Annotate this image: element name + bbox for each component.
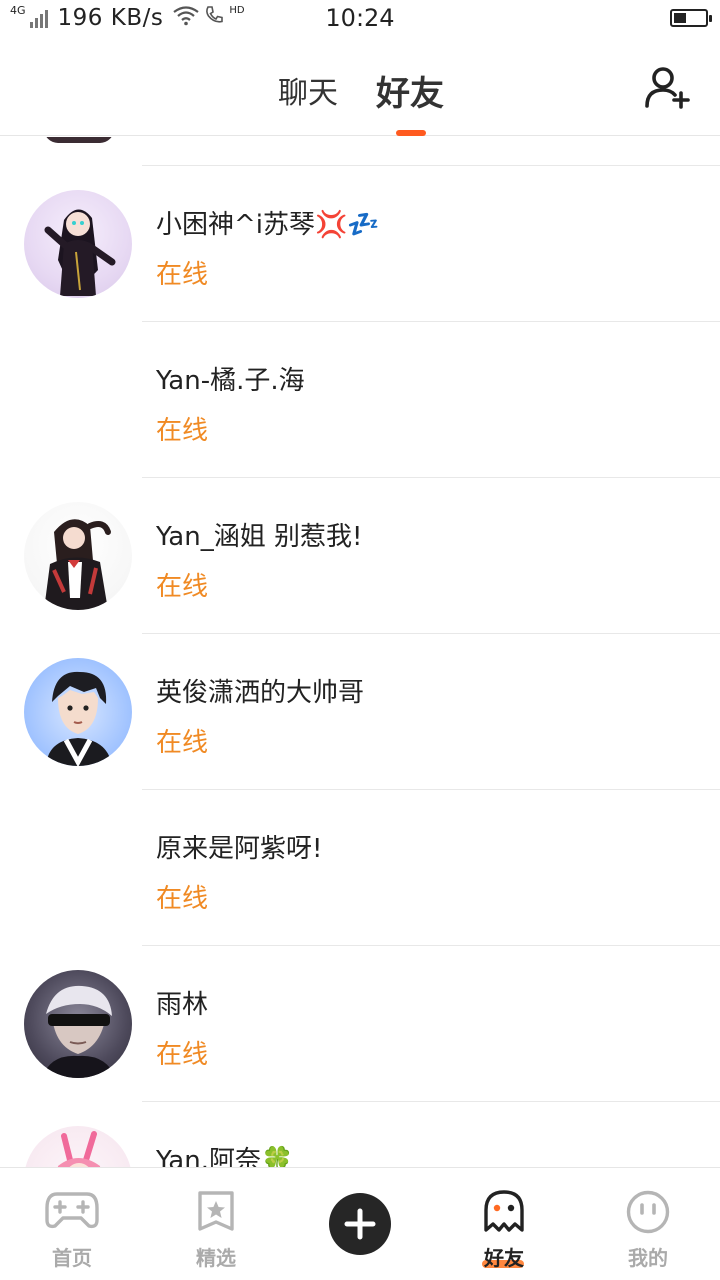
online-status: 在线 — [156, 260, 209, 290]
friend-row[interactable]: Yan-橘.子.海 在线 — [0, 322, 720, 478]
avatar[interactable] — [24, 970, 132, 1078]
friend-name: Yan.阿奈🍀 — [156, 1146, 294, 1167]
battery-level — [674, 13, 686, 23]
star-bookmark-icon — [196, 1190, 236, 1236]
plus-icon — [344, 1208, 376, 1240]
nav-friends[interactable]: 好友 — [432, 1168, 576, 1280]
avatar[interactable] — [24, 658, 132, 766]
friend-name: 小困神^i苏琴💢💤 — [156, 210, 380, 240]
nav-label: 我的 — [628, 1246, 668, 1270]
friend-name: 雨林 — [156, 990, 209, 1020]
online-status: 在线 — [156, 1040, 209, 1070]
avatar[interactable] — [24, 1126, 132, 1167]
nav-home[interactable]: 首页 — [0, 1168, 144, 1280]
friend-name: Yan-橘.子.海 — [156, 366, 305, 396]
online-status: 在线 — [156, 572, 209, 602]
friend-row[interactable]: 英俊潇洒的大帅哥 在线 — [0, 634, 720, 790]
gamepad-icon — [45, 1190, 99, 1234]
friends-screen: 4G 196 KB/s HD 10:24 聊天 好友 小困神^i苏琴💢💤 在线 … — [0, 0, 720, 1280]
avatar[interactable] — [24, 190, 132, 298]
top-header: 聊天 好友 — [0, 40, 720, 136]
add-friend-button[interactable] — [644, 64, 692, 112]
friend-name: 英俊潇洒的大帅哥 — [156, 678, 365, 708]
online-status: 在线 — [156, 416, 209, 446]
friend-row[interactable]: 原来是阿紫呀! 在线 — [0, 790, 720, 946]
friend-row[interactable]: Yan.阿奈🍀 — [0, 1102, 720, 1167]
nav-featured[interactable]: 精选 — [144, 1168, 288, 1280]
online-status: 在线 — [156, 728, 209, 758]
nav-label: 首页 — [52, 1246, 92, 1270]
tab-friends[interactable]: 好友 — [376, 66, 444, 115]
bottom-nav: 首页 精选 好友 我的 — [0, 1167, 720, 1280]
tab-chat[interactable]: 聊天 — [278, 68, 338, 112]
friend-list[interactable]: 小困神^i苏琴💢💤 在线 Yan-橘.子.海 在线 Yan_涵姐 别惹我! 在线… — [0, 137, 720, 1167]
nav-label: 好友 — [484, 1246, 524, 1270]
status-bar: 4G 196 KB/s HD 10:24 — [0, 0, 720, 40]
friend-name: 原来是阿紫呀! — [156, 834, 323, 864]
active-tab-indicator — [396, 130, 426, 136]
face-icon — [626, 1190, 670, 1238]
create-button[interactable] — [288, 1168, 432, 1280]
add-person-icon — [645, 67, 690, 109]
avatar[interactable] — [24, 502, 132, 610]
online-status: 在线 — [156, 884, 209, 914]
avatar — [44, 137, 114, 143]
friend-row[interactable]: 雨林 在线 — [0, 946, 720, 1102]
nav-label: 精选 — [196, 1246, 236, 1270]
clock: 10:24 — [325, 4, 395, 32]
ghost-icon — [482, 1190, 526, 1238]
nav-me[interactable]: 我的 — [576, 1168, 720, 1280]
battery-icon — [670, 9, 712, 27]
friend-name: Yan_涵姐 别惹我! — [156, 522, 363, 552]
friend-row[interactable]: Yan_涵姐 别惹我! 在线 — [0, 478, 720, 634]
friend-row[interactable]: 小困神^i苏琴💢💤 在线 — [0, 166, 720, 322]
plus-button[interactable] — [329, 1193, 391, 1255]
